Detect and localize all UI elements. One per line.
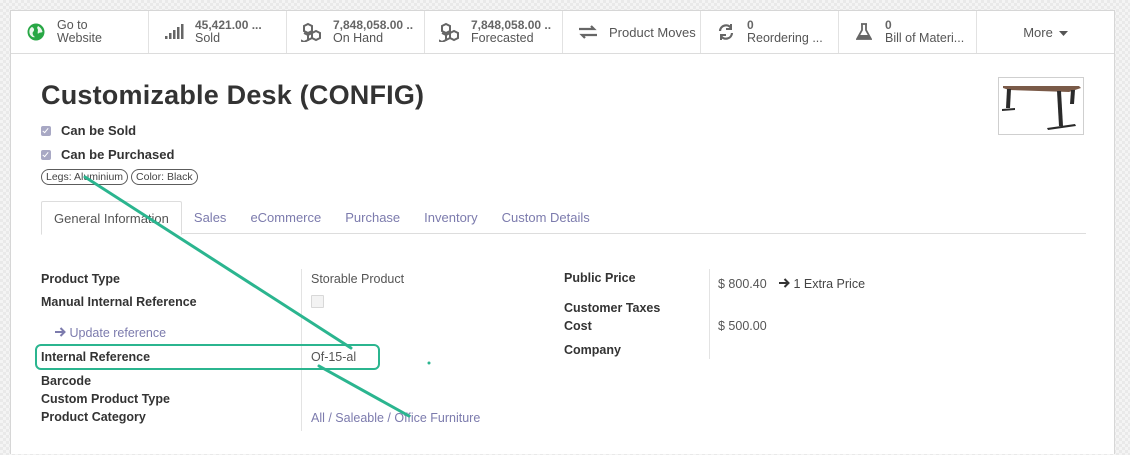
tab-general-information[interactable]: General Information [41,201,182,235]
on-hand-button[interactable]: 7,848,058.00 .. On Hand [287,11,425,53]
update-reference-label: Update reference [69,326,167,340]
caret-down-icon [1058,25,1068,40]
cost-label: Cost [564,319,592,333]
more-dropdown-button[interactable]: More [977,11,1114,53]
product-type-label: Product Type [41,272,120,286]
exchange-arrows-icon [577,21,599,43]
tab-inventory[interactable]: Inventory [412,201,489,234]
cost-value[interactable]: $ 500.00 [718,319,767,333]
manual-internal-reference-checkbox[interactable] [311,295,324,308]
go-to-website-button[interactable]: Go to Website [11,11,149,53]
globe-icon [25,21,47,43]
flask-icon [853,21,875,43]
tab-purchase[interactable]: Purchase [333,201,412,234]
can-be-purchased-checkbox[interactable] [41,149,51,160]
custom-product-type-label: Custom Product Type [41,392,170,406]
notebook-tabs: General Information Sales eCommerce Purc… [41,201,1086,235]
can-be-purchased-label: Can be Purchased [61,147,175,162]
tab-custom-details[interactable]: Custom Details [490,201,602,234]
sold-button[interactable]: 45,421.00 ... Sold [149,11,287,53]
reordering-button[interactable]: 0 Reordering ... [701,11,839,53]
arrow-right-icon [55,326,69,340]
product-type-select[interactable]: Storable Product [311,272,404,286]
desk-image-icon [1002,86,1081,130]
barcode-label: Barcode [41,374,92,388]
public-price-value[interactable]: $ 800.40 [718,277,767,291]
extra-price-button[interactable]: 1 Extra Price [779,277,865,291]
signal-bars-icon [163,21,185,43]
internal-reference-highlight [35,344,380,370]
can-be-purchased-field[interactable]: Can be Purchased [41,147,174,162]
manual-internal-reference-label: Manual Internal Reference [41,295,197,309]
company-label: Company [564,343,621,357]
tab-ecommerce[interactable]: eCommerce [238,201,333,234]
attribute-tags: Legs: Aluminium Color: Black [41,169,198,185]
product-image[interactable] [998,77,1084,135]
product-title[interactable]: Customizable Desk (CONFIG) [41,80,424,111]
customer-taxes-label: Customer Taxes [564,301,661,315]
annotation-line [317,364,411,418]
can-be-sold-checkbox[interactable] [41,125,51,136]
attribute-tag[interactable]: Color: Black [131,169,198,185]
extra-price-label: 1 Extra Price [793,277,866,291]
arrow-right-icon [779,277,793,291]
can-be-sold-field[interactable]: Can be Sold [41,123,136,138]
refresh-icon [715,21,737,43]
forecasted-button[interactable]: 7,848,058.00 .. Forecasted [425,11,563,53]
cubes-icon [439,21,461,43]
can-be-sold-label: Can be Sold [61,123,137,138]
public-price-label: Public Price [564,271,636,285]
field-separator [709,269,710,359]
annotation-dot [427,361,431,365]
attribute-tag[interactable]: Legs: Aluminium [41,169,129,185]
bill-of-materials-button[interactable]: 0 Bill of Materi... [839,11,977,53]
cubes-icon [301,21,323,43]
product-moves-button[interactable]: Product Moves [563,11,701,53]
product-form-sheet: Go to Website 45,421.00 ... Sold 7,848,058… [10,10,1115,454]
product-category-link[interactable]: All / Saleable / Office Furniture [311,411,480,425]
tab-sales[interactable]: Sales [182,201,239,234]
update-reference-button[interactable]: Update reference [55,326,166,340]
more-label: More [1023,24,1053,40]
product-category-label: Product Category [41,410,146,424]
smart-button-box: Go to Website 45,421.00 ... Sold 7,848,058… [11,11,1114,54]
